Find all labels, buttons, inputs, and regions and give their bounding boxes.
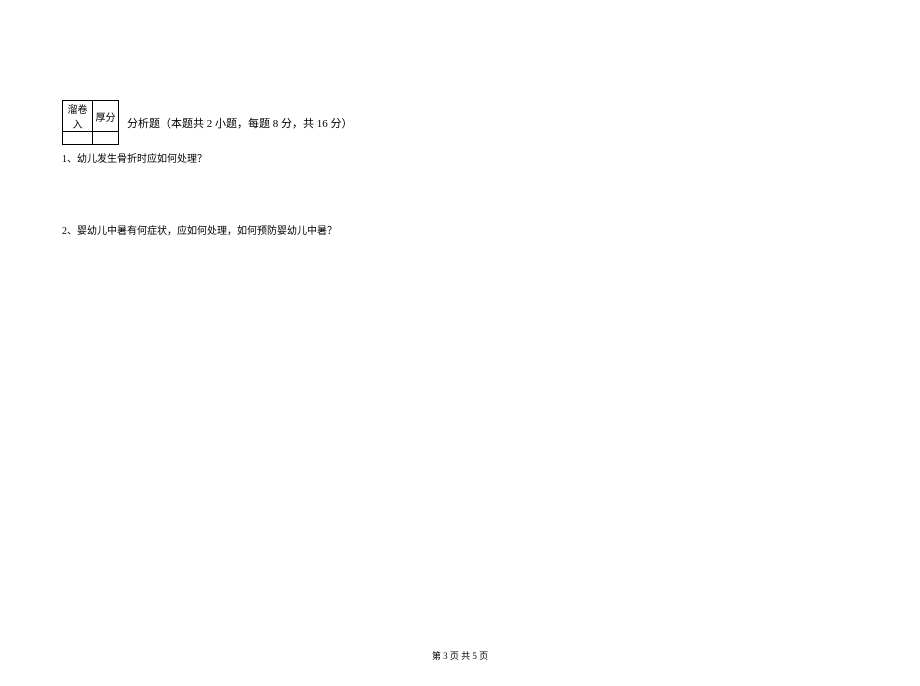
score-table-cell-1 [63, 132, 93, 145]
page-footer: 第 3 页 共 5 页 [0, 649, 920, 662]
question-2: 2、婴幼儿中暑有何症状，应如何处理，如何预防婴幼儿中暑？ [62, 225, 858, 239]
score-table-cell-2 [93, 132, 119, 145]
question-1: 1、幼儿发生骨折时应如何处理？ [62, 153, 858, 167]
section-title: 分析题（本题共 2 小题，每题 8 分，共 16 分） [127, 115, 353, 131]
score-table-header-1: 溜卷入 [63, 101, 93, 132]
score-table-header-2: 厚分 [93, 101, 119, 132]
score-table: 溜卷入 厚分 [62, 100, 119, 145]
section-header: 溜卷入 厚分 分析题（本题共 2 小题，每题 8 分，共 16 分） [62, 100, 858, 145]
